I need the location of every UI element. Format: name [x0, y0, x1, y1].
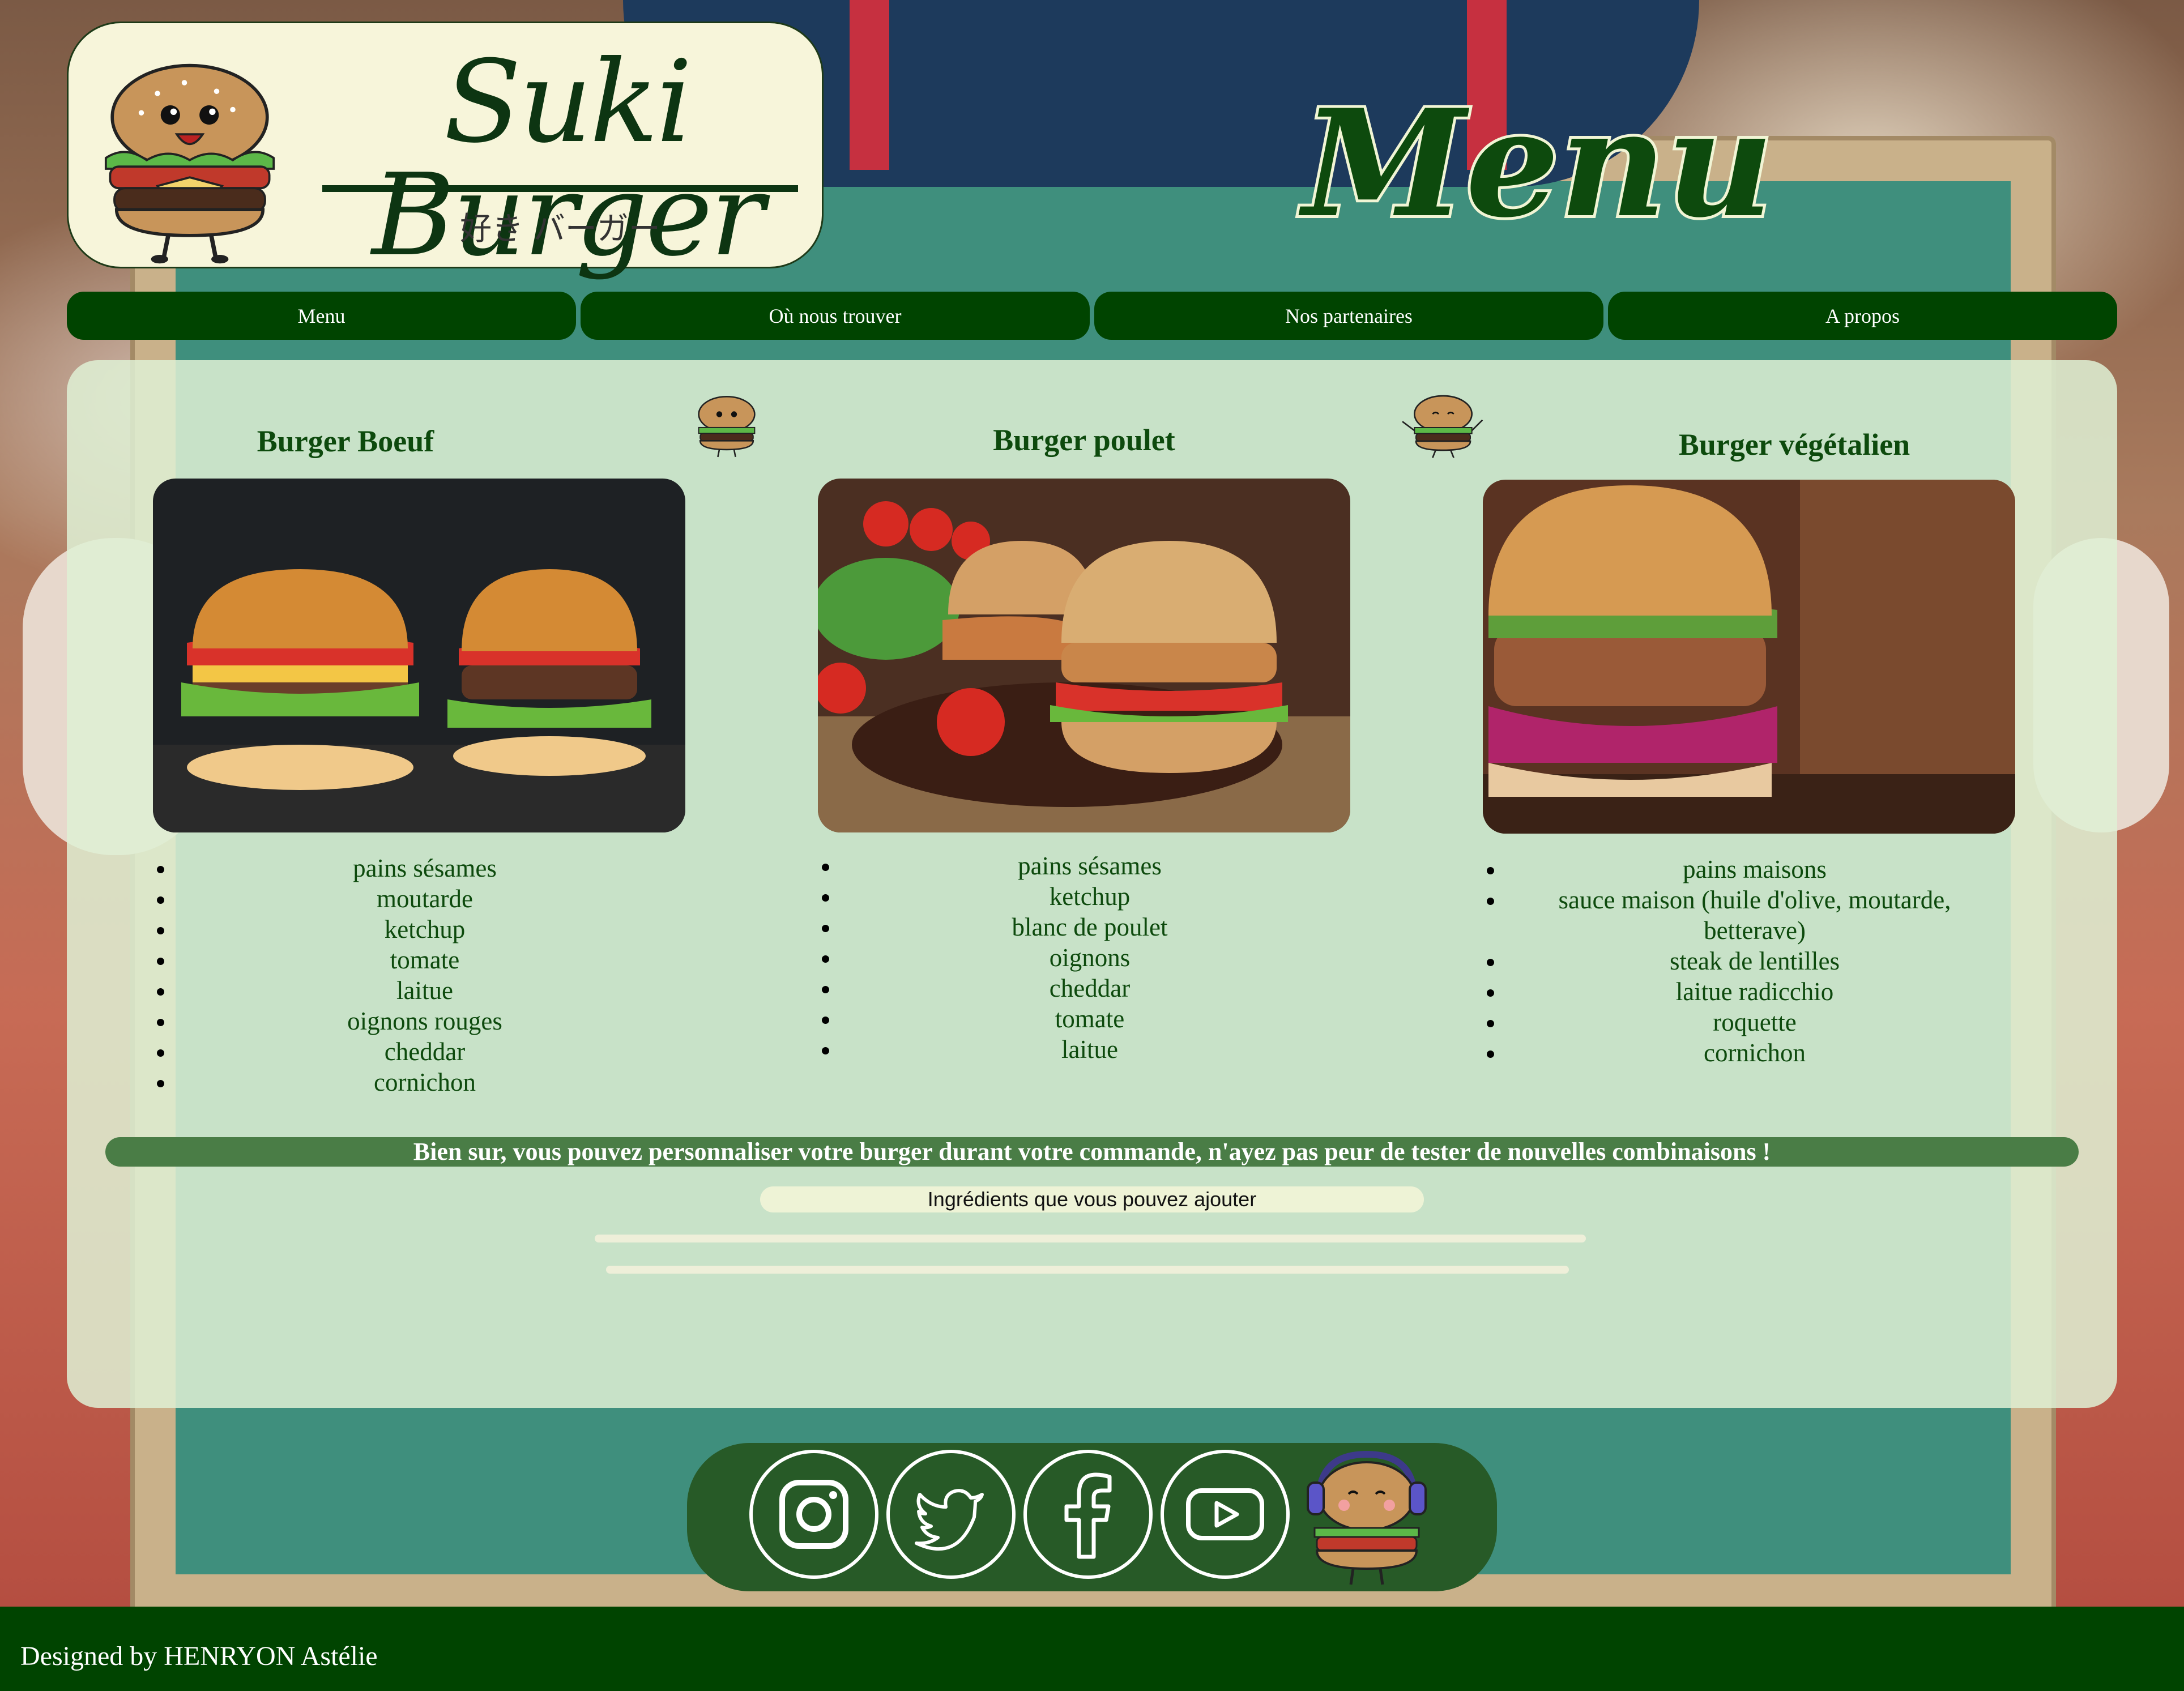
- nav-item-partners[interactable]: Nos partenaires: [1094, 292, 1603, 340]
- burger-title: Burger poulet: [993, 423, 1175, 457]
- chalk-line-decoration: [595, 1235, 1586, 1242]
- instagram-icon: [779, 1480, 848, 1549]
- instagram-link[interactable]: [749, 1450, 878, 1579]
- nav-item-menu[interactable]: Menu: [67, 292, 576, 340]
- brand-subtitle: 好き バーガー: [460, 211, 660, 247]
- burger-mascot-icon: [698, 396, 756, 458]
- chicken-burger-photo: [818, 479, 1350, 832]
- main-nav: Menu Où nous trouver Nos partenaires A p…: [67, 292, 2117, 340]
- youtube-link[interactable]: [1161, 1450, 1290, 1579]
- page-title: Menu: [1300, 78, 1776, 250]
- extra-ingredients-button[interactable]: Ingrédients que vous pouvez ajouter: [760, 1186, 1424, 1212]
- vegan-burger-photo: [1483, 480, 2015, 834]
- ingredient-item: cheddar: [841, 973, 1339, 1004]
- ingredient-item: oignons: [841, 942, 1339, 973]
- ingredient-item: cornichon: [1505, 1037, 2004, 1068]
- beef-burger-photo: [153, 479, 685, 832]
- ingredient-item: ketchup: [841, 881, 1339, 912]
- burger-mascot-icon: [1402, 395, 1483, 458]
- ingredient-item: moutarde: [176, 883, 674, 914]
- twitter-link[interactable]: [886, 1450, 1016, 1579]
- social-bar: [687, 1443, 1497, 1591]
- ingredient-item: steak de lentilles: [1505, 946, 2004, 976]
- ingredient-item: ketchup: [176, 914, 674, 945]
- ingredient-item: laitue: [176, 975, 674, 1006]
- ingredient-list: pains sésames ketchup blanc de poulet oi…: [818, 851, 1339, 1065]
- ingredient-item: laitue radicchio: [1505, 976, 2004, 1007]
- youtube-icon: [1186, 1488, 1264, 1540]
- ingredient-item: cheddar: [176, 1036, 674, 1067]
- facebook-icon: [1064, 1472, 1112, 1559]
- footer: Designed by HENRYON Astélie: [0, 1607, 2184, 1691]
- brand-underline: [322, 185, 798, 192]
- background-apron-strap: [850, 0, 889, 170]
- ingredient-item: laitue: [841, 1034, 1339, 1065]
- twitter-icon: [915, 1489, 984, 1551]
- ingredient-item: oignons rouges: [176, 1006, 674, 1036]
- facebook-link[interactable]: [1023, 1450, 1153, 1579]
- logo-card[interactable]: Suki Burger 好き バーガー: [67, 22, 824, 272]
- burger-title: Burger Boeuf: [257, 424, 434, 458]
- customization-banner: Bien sur, vous pouvez personnaliser votr…: [105, 1137, 2079, 1167]
- chalk-line-decoration: [606, 1266, 1569, 1274]
- ingredient-item: pains maisons: [1505, 854, 2004, 885]
- ingredient-item: tomate: [176, 945, 674, 975]
- ingredient-item: pains sésames: [841, 851, 1339, 881]
- menu-panel: Burger Boeuf pains sésames moutarde: [67, 360, 2117, 1408]
- nav-item-locations[interactable]: Où nous trouver: [581, 292, 1090, 340]
- ingredient-item: tomate: [841, 1004, 1339, 1034]
- ingredient-item: roquette: [1505, 1007, 2004, 1037]
- ingredient-item: sauce maison (huile d'olive, moutarde, b…: [1505, 885, 2004, 946]
- ingredient-item: blanc de poulet: [841, 912, 1339, 942]
- footer-credit: Designed by HENRYON Astélie: [20, 1641, 378, 1671]
- ingredient-list: pains maisons sauce maison (huile d'oliv…: [1483, 854, 2004, 1068]
- burger-mascot-icon: [104, 63, 275, 264]
- ingredient-item: cornichon: [176, 1067, 674, 1098]
- burger-mascot-headphones-icon: [1307, 1450, 1427, 1585]
- ingredient-list: pains sésames moutarde ketchup tomate la…: [153, 853, 674, 1098]
- burger-title: Burger végétalien: [1678, 428, 1910, 462]
- ingredient-item: pains sésames: [176, 853, 674, 883]
- nav-item-about[interactable]: A propos: [1608, 292, 2117, 340]
